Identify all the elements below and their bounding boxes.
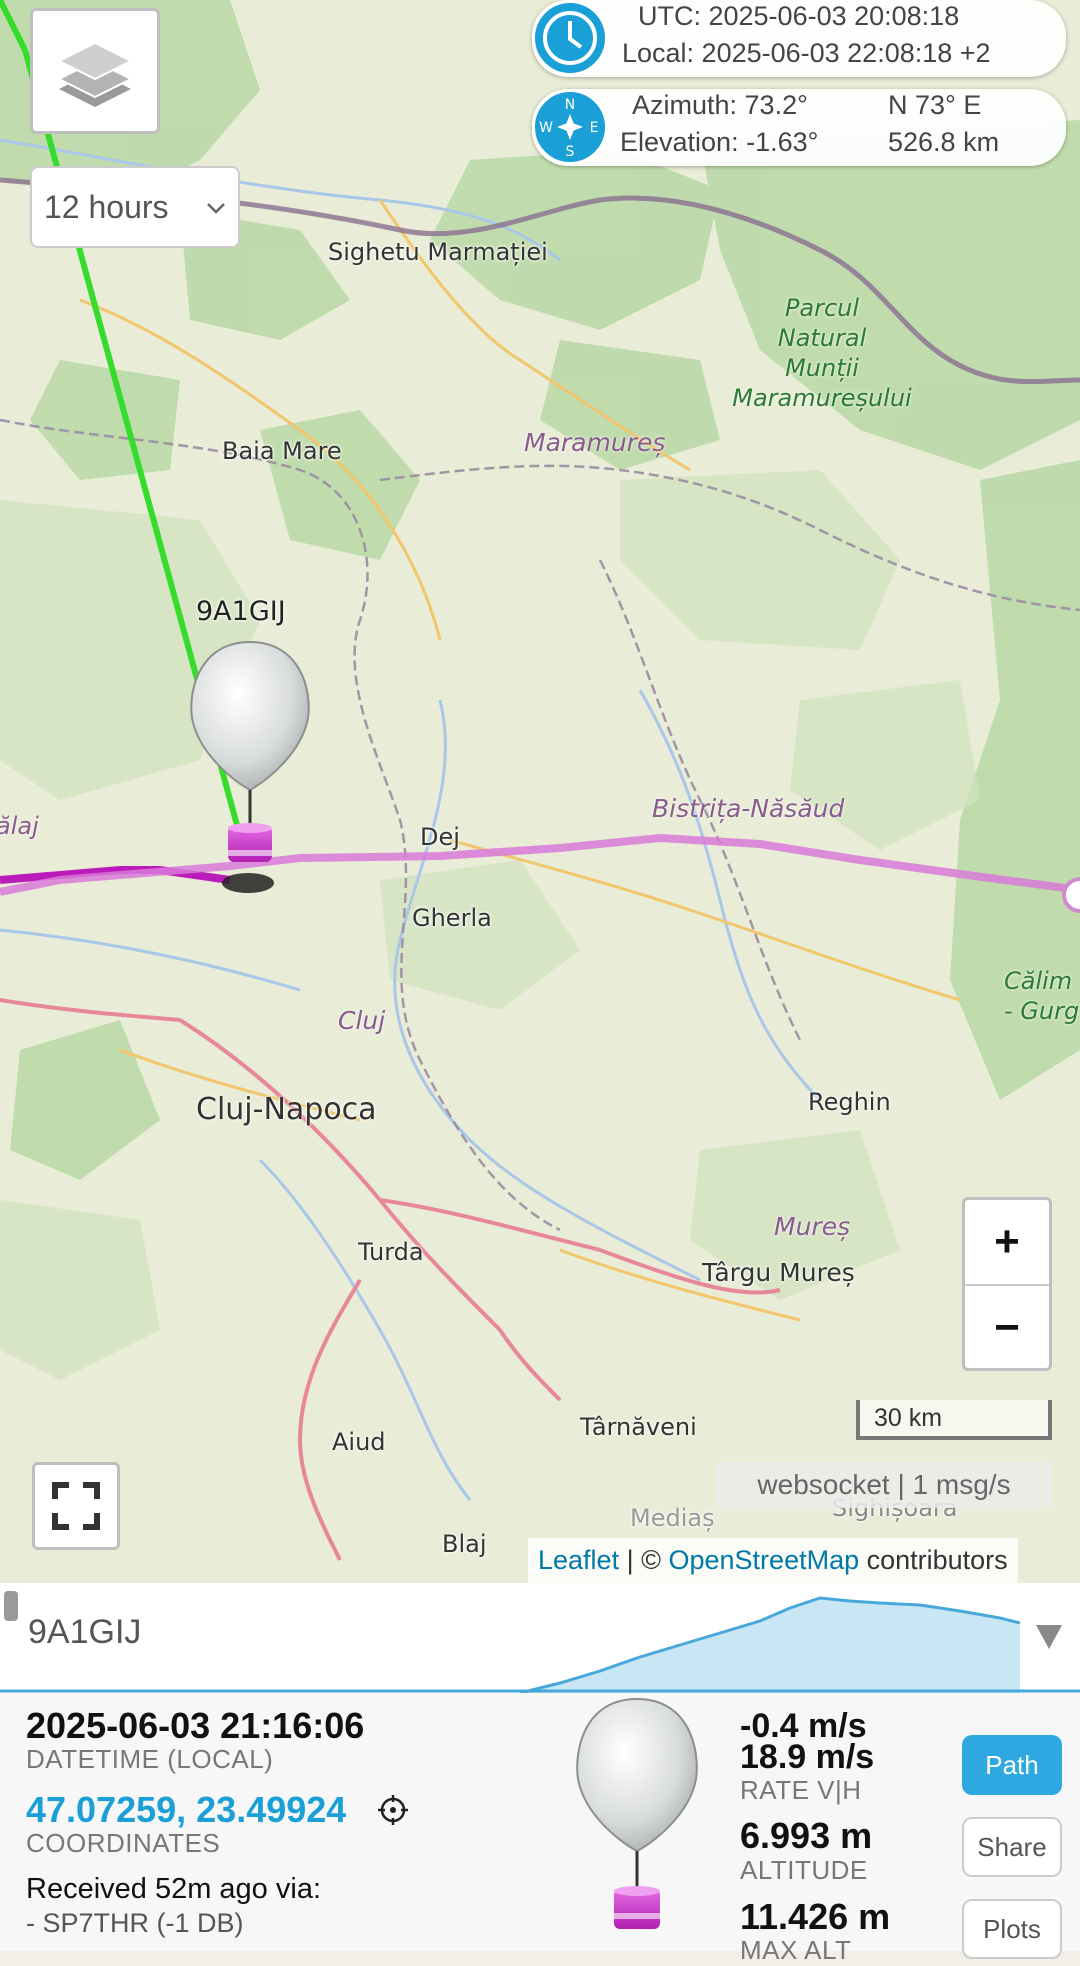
compass-icon: N S W E bbox=[532, 89, 608, 165]
balloon-icon bbox=[576, 1697, 698, 1929]
map[interactable]: Sighetu Marmației Baia Mare Dej Gherla C… bbox=[0, 0, 1080, 1583]
svg-text:W: W bbox=[539, 120, 553, 136]
chevron-down-icon bbox=[207, 203, 225, 214]
place-targu-mures: Târgu Mureș bbox=[702, 1258, 855, 1287]
direction: N 73° E bbox=[888, 90, 982, 120]
place-gherla: Gherla bbox=[412, 904, 492, 932]
look-angles-box: N S W E Azimuth: 73.2° Elevation: -1.63°… bbox=[532, 89, 1066, 166]
rate-label: RATE V|H bbox=[740, 1775, 862, 1805]
panel-header[interactable]: 9A1GIJ bbox=[0, 1583, 1080, 1693]
svg-text:S: S bbox=[566, 144, 575, 160]
clock-icon bbox=[532, 0, 608, 76]
local-time: Local: 2025-06-03 22:08:18 +2 bbox=[622, 38, 991, 68]
place-medias: Mediaș bbox=[630, 1504, 715, 1532]
altitude-profile-chart bbox=[0, 1596, 1080, 1693]
place-cluj-napoca: Cluj-Napoca bbox=[196, 1092, 377, 1127]
panel-callsign: 9A1GIJ bbox=[28, 1613, 142, 1651]
coordinates-value[interactable]: 47.07259, 23.49924 bbox=[26, 1789, 346, 1831]
zoom-in-button[interactable]: + bbox=[965, 1200, 1049, 1286]
region-bistrita: Bistrița-Năsăud bbox=[652, 794, 845, 823]
place-tarnaveni: Târnăveni bbox=[580, 1413, 697, 1441]
utc-time: UTC: 2025-06-03 20:08:18 bbox=[638, 1, 960, 31]
attribution: Leaflet | © OpenStreetMap contributors bbox=[528, 1538, 1018, 1583]
scale-bar: 30 km bbox=[856, 1400, 1052, 1440]
received-text: Received 52m ago via: bbox=[26, 1873, 321, 1905]
park-label: Parcul Natural Munții Maramureșului bbox=[732, 294, 912, 412]
region-mures: Mureș bbox=[774, 1212, 851, 1241]
place-turda: Turda bbox=[358, 1238, 424, 1266]
share-button[interactable]: Share bbox=[962, 1817, 1062, 1877]
time-range-value: 12 hours bbox=[44, 188, 169, 225]
time-box: UTC: 2025-06-03 20:08:18 Local: 2025-06-… bbox=[532, 0, 1066, 77]
time-range-select[interactable]: 12 hours bbox=[30, 166, 240, 248]
plots-button[interactable]: Plots bbox=[962, 1899, 1062, 1959]
altitude-value: 6.993 m bbox=[740, 1815, 873, 1856]
region-salaj: ălaj bbox=[0, 812, 39, 840]
fullscreen-icon bbox=[52, 1482, 100, 1530]
region-maramures: Maramureș bbox=[524, 428, 666, 457]
coordinates-label: COORDINATES bbox=[26, 1828, 221, 1858]
place-sighetu: Sighetu Marmației bbox=[328, 238, 548, 266]
elevation: Elevation: -1.63° bbox=[620, 127, 819, 157]
zoom-control: + − bbox=[962, 1197, 1052, 1371]
crosshair-icon[interactable] bbox=[378, 1795, 408, 1825]
balloon-callsign-label: 9A1GIJ bbox=[196, 596, 286, 627]
altitude-label: ALTITUDE bbox=[740, 1855, 868, 1885]
place-baia-mare: Baia Mare bbox=[222, 437, 342, 465]
svg-text:E: E bbox=[590, 120, 599, 136]
park-label-2: Călim - Gurg bbox=[1004, 967, 1080, 1025]
flight-info-panel: 9A1GIJ 2025-06-03 21:16:06 DATETIME (LOC… bbox=[0, 1583, 1080, 1965]
region-cluj: Cluj bbox=[338, 1006, 386, 1035]
receiver-text: - SP7THR (-1 DB) bbox=[26, 1908, 244, 1938]
place-dej: Dej bbox=[420, 823, 460, 851]
datetime-value: 2025-06-03 21:16:06 bbox=[26, 1705, 365, 1746]
place-reghin: Reghin bbox=[808, 1088, 891, 1116]
balloon-marker-icon[interactable] bbox=[190, 640, 310, 862]
max-altitude-value: 11.426 m bbox=[740, 1896, 891, 1937]
place-aiud: Aiud bbox=[332, 1428, 386, 1456]
layers-icon bbox=[56, 41, 134, 107]
triangle-down-icon[interactable] bbox=[1034, 1623, 1064, 1651]
azimuth: Azimuth: 73.2° bbox=[632, 90, 808, 120]
osm-link[interactable]: OpenStreetMap bbox=[669, 1545, 860, 1575]
range: 526.8 km bbox=[888, 127, 1000, 157]
layers-button[interactable] bbox=[30, 8, 160, 134]
path-button[interactable]: Path bbox=[962, 1735, 1062, 1795]
svg-text:N: N bbox=[565, 97, 575, 113]
fullscreen-button[interactable] bbox=[32, 1462, 120, 1550]
zoom-out-button[interactable]: − bbox=[965, 1286, 1049, 1368]
datetime-label: DATETIME (LOCAL) bbox=[26, 1744, 274, 1774]
rate-horizontal: 18.9 m/s bbox=[740, 1738, 875, 1776]
connection-status: websocket | 1 msg/s bbox=[716, 1462, 1052, 1508]
place-blaj: Blaj bbox=[442, 1530, 487, 1558]
leaflet-link[interactable]: Leaflet bbox=[538, 1545, 619, 1575]
